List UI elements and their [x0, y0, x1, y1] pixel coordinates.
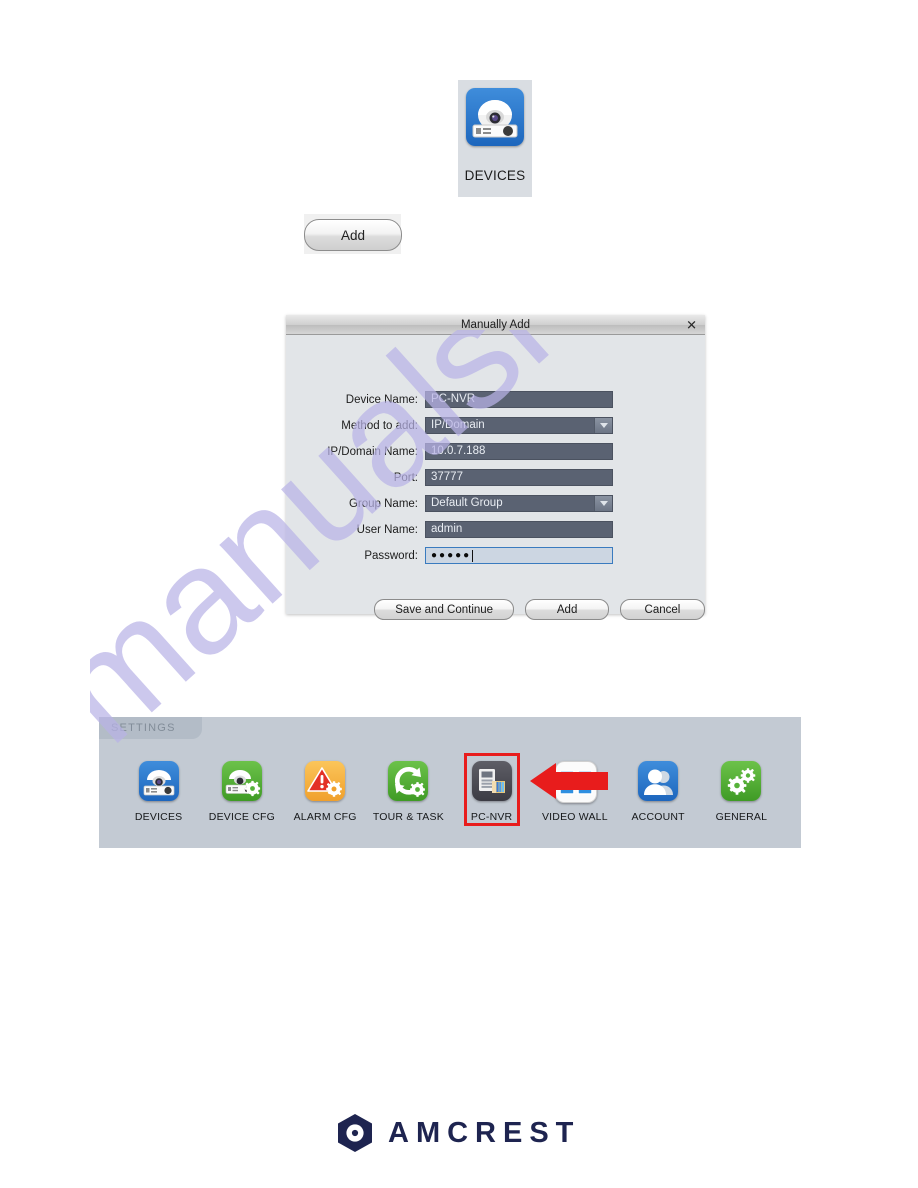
- settings-item-pc-nvr[interactable]: PC-NVR: [450, 753, 533, 826]
- settings-item-general[interactable]: GENERAL: [700, 761, 783, 823]
- chevron-down-icon[interactable]: [594, 496, 612, 511]
- field-label-user-name: User Name:: [356, 523, 418, 536]
- settings-item-label: DEVICES: [134, 811, 183, 823]
- group-name-select[interactable]: Default Group: [425, 495, 613, 512]
- chevron-down-icon[interactable]: [594, 418, 612, 433]
- dialog-add-button[interactable]: Add: [525, 599, 609, 620]
- settings-item-label: TOUR & TASK: [372, 811, 444, 823]
- settings-item-label: GENERAL: [715, 811, 768, 823]
- settings-panel: SETTINGS DEVICES DEVICE CFG ALARM CFG TO…: [99, 717, 801, 848]
- devices-tile-label: DEVICES: [464, 168, 526, 183]
- warning-triangle-icon: [305, 761, 346, 801]
- amcrest-wordmark: AMCREST: [388, 1116, 581, 1149]
- settings-item-tour-task[interactable]: TOUR & TASK: [367, 761, 450, 823]
- password-masked-value: ●●●●●: [431, 550, 472, 561]
- settings-item-account[interactable]: ACCOUNT: [617, 761, 700, 823]
- field-label-ip-domain-name: IP/Domain Name:: [327, 445, 418, 458]
- settings-item-device-cfg[interactable]: DEVICE CFG: [200, 761, 283, 823]
- dialog-title-bar: Manually Add ✕: [286, 315, 705, 335]
- text-caret: [472, 549, 474, 562]
- device-name-input[interactable]: PC-NVR: [425, 391, 613, 408]
- gears-icon: [721, 761, 762, 801]
- method-to-add-select[interactable]: IP/Domain: [425, 417, 613, 434]
- field-row-password: Password: ●●●●●: [286, 547, 705, 564]
- ip-domain-name-input[interactable]: 10.0.7.188: [425, 443, 613, 460]
- devices-tile[interactable]: DEVICES: [458, 80, 532, 197]
- field-row-port: Port: 37777: [286, 469, 705, 486]
- dome-camera-icon: [466, 88, 524, 146]
- field-label-method-to-add: Method to add:: [341, 419, 418, 432]
- manually-add-dialog: Manually Add ✕ Device Name: PC-NVR Metho…: [286, 315, 705, 620]
- settings-item-label: DEVICE CFG: [208, 811, 275, 823]
- field-label-password: Password:: [364, 549, 418, 562]
- amcrest-logo: AMCREST: [336, 1112, 586, 1154]
- dialog-body: Device Name: PC-NVR Method to add: IP/Do…: [286, 335, 705, 620]
- settings-item-label: ACCOUNT: [631, 811, 685, 823]
- settings-item-video-wall[interactable]: VIDEO WALL: [533, 761, 616, 823]
- pc-nvr-icon: [471, 761, 512, 801]
- field-label-group-name: Group Name:: [348, 497, 418, 510]
- settings-item-devices[interactable]: DEVICES: [117, 761, 200, 823]
- field-row-user-name: User Name: admin: [286, 521, 705, 538]
- method-to-add-value: IP/Domain: [431, 419, 485, 431]
- dialog-button-row: Save and Continue Add Cancel: [286, 599, 705, 620]
- cancel-button[interactable]: Cancel: [619, 599, 705, 620]
- field-row-method-to-add: Method to add: IP/Domain: [286, 417, 705, 434]
- close-icon[interactable]: ✕: [686, 318, 697, 331]
- settings-item-alarm-cfg[interactable]: ALARM CFG: [284, 761, 367, 823]
- refresh-gear-icon: [388, 761, 429, 801]
- user-account-icon: [638, 761, 679, 801]
- save-and-continue-button[interactable]: Save and Continue: [374, 599, 515, 620]
- dialog-title: Manually Add: [460, 318, 531, 331]
- add-button[interactable]: Add: [304, 219, 402, 251]
- field-row-ip-domain-name: IP/Domain Name: 10.0.7.188: [286, 443, 705, 460]
- settings-tab-label: SETTINGS: [99, 717, 202, 739]
- field-row-device-name: Device Name: PC-NVR: [286, 391, 705, 408]
- amcrest-hexagon-icon: [336, 1113, 374, 1153]
- field-label-port: Port:: [393, 471, 418, 484]
- password-input[interactable]: ●●●●●: [425, 547, 613, 564]
- field-label-device-name: Device Name:: [345, 393, 418, 406]
- settings-tile-list: DEVICES DEVICE CFG ALARM CFG TOUR & TASK…: [99, 753, 801, 826]
- settings-item-label: ALARM CFG: [293, 811, 357, 823]
- user-name-input[interactable]: admin: [425, 521, 613, 538]
- dome-camera-icon: [138, 761, 179, 801]
- group-name-value: Default Group: [431, 497, 503, 509]
- port-input[interactable]: 37777: [425, 469, 613, 486]
- field-row-group-name: Group Name: Default Group: [286, 495, 705, 512]
- video-wall-icon: [554, 761, 597, 803]
- camera-gear-icon: [221, 761, 262, 801]
- settings-item-label: VIDEO WALL: [541, 811, 608, 823]
